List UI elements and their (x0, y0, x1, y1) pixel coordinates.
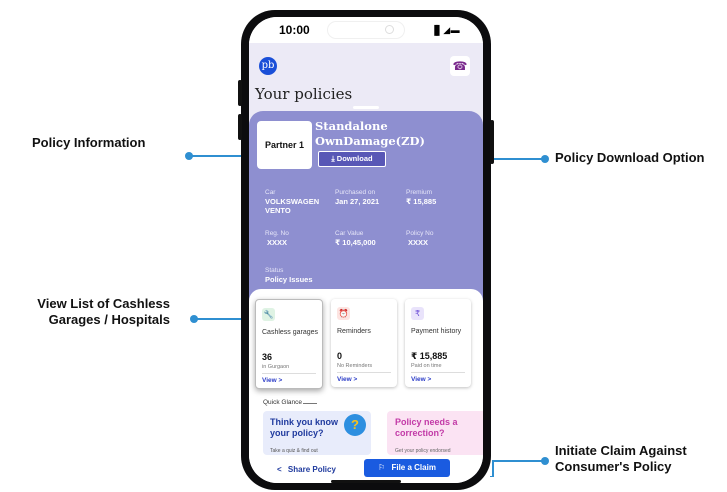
callout-view-list-line2: Garages / Hospitals (48, 312, 170, 327)
field-premium: Premium ₹ 15,885 (406, 189, 476, 206)
field-status: Status Policy Issues (265, 267, 355, 284)
carousel-indicator (353, 106, 379, 109)
field-label: Status (265, 267, 284, 274)
signal-wifi-battery-icon: ▐▌ ◢ ▬ (431, 25, 460, 35)
phone-screen: 10:00 ▐▌ ◢ ▬ pb ☎ Your policies Partner … (249, 17, 483, 483)
promo-subtext: Take a quiz & find out (270, 448, 318, 454)
share-icon: < (277, 465, 282, 474)
tile-subtext: in Gurgaon (262, 364, 290, 370)
field-value: XXXX (267, 238, 288, 247)
field-purchased-on: Purchased on Jan 27, 2021 (335, 189, 405, 206)
tile-divider (337, 372, 391, 373)
quick-actions: 🔧 Cashless garages 36 in Gurgaon View > … (249, 289, 483, 455)
callout-view-list-line1: View List of Cashless (37, 296, 170, 311)
tile-label: Cashless garages (262, 329, 319, 336)
tile-cashless-garages[interactable]: 🔧 Cashless garages 36 in Gurgaon View > (255, 299, 323, 389)
callout-view-list: View List of Cashless Garages / Hospital… (20, 296, 170, 328)
quick-glance-label: Quick Glance (263, 399, 303, 406)
promo-quiz-card[interactable]: Think you know your policy? Take a quiz … (263, 411, 371, 455)
tile-divider (411, 372, 465, 373)
field-value: Policy Issues (265, 275, 313, 284)
download-button[interactable]: ⤓ Download (318, 151, 386, 167)
alarm-clock-icon: ⏰ (337, 307, 350, 320)
field-label: Policy No (406, 230, 434, 237)
callout-line (490, 158, 545, 160)
callout-initiate-claim: Initiate Claim Against Consumer's Policy (555, 443, 687, 475)
field-policy-no: Policy No XXXX (406, 230, 476, 247)
file-claim-button[interactable]: ⚐ File a Claim (364, 459, 450, 477)
callout-line (492, 460, 544, 462)
callout-dot (541, 457, 549, 465)
phone-frame: 10:00 ▐▌ ◢ ▬ pb ☎ Your policies Partner … (238, 10, 494, 490)
home-indicator (331, 480, 401, 483)
bottom-action-bar: < Share Policy ⚐ File a Claim (249, 455, 483, 483)
plan-name: Standalone OwnDamage(ZD) (315, 119, 425, 148)
promo-subtext: Get your policy endorsed (395, 448, 451, 454)
wrench-icon: 🔧 (262, 308, 275, 321)
tile-view-link[interactable]: View > (337, 376, 357, 383)
partner-logo: Partner 1 (257, 121, 312, 169)
status-time: 10:00 (279, 23, 310, 37)
field-label: Car Value (335, 230, 364, 237)
tile-divider (262, 373, 316, 374)
field-reg-no: Reg. No XXXX (265, 230, 335, 247)
page-title: Your policies (255, 85, 353, 103)
tile-view-link[interactable]: View > (262, 377, 282, 384)
share-policy-label: Share Policy (287, 465, 336, 474)
field-value: ₹ 10,45,000 (335, 238, 376, 247)
field-label: Car (265, 189, 276, 196)
callout-policy-download: Policy Download Option (555, 150, 705, 165)
question-bulb-icon: ? (344, 414, 366, 436)
quick-glance-divider (303, 403, 317, 404)
callout-line (492, 460, 494, 477)
callout-dot (185, 152, 193, 160)
promo-title: Think you know your policy? (270, 417, 339, 438)
tile-label: Payment history (411, 328, 462, 335)
call-support-icon[interactable]: ☎ (450, 56, 470, 76)
field-value: Jan 27, 2021 (335, 197, 380, 206)
field-label: Reg. No (265, 230, 289, 237)
pb-logo: pb (259, 57, 277, 75)
callout-initiate-claim-line2: Consumer's Policy (555, 459, 672, 474)
volume-button (238, 114, 242, 140)
field-value: XXXX (408, 238, 429, 247)
field-label: Purchased on (335, 189, 376, 196)
field-value: ₹ 15,885 (406, 197, 437, 206)
callout-policy-information: Policy Information (32, 135, 146, 150)
share-policy-button[interactable]: < Share Policy (277, 465, 336, 474)
tile-payment-history[interactable]: ₹ Payment history ₹ 15,885 Paid on time … (405, 299, 471, 387)
tile-subtext: No Reminders (337, 363, 373, 369)
file-claim-label: File a Claim (391, 463, 436, 472)
field-value: VOLKSWAGEN VENTO (265, 197, 320, 215)
callout-dot (190, 315, 198, 323)
tile-subtext: Paid on time (411, 363, 442, 369)
volume-button (238, 80, 242, 106)
callout-dot (541, 155, 549, 163)
field-label: Premium (406, 189, 433, 196)
tile-view-link[interactable]: View > (411, 376, 431, 383)
status-bar: 10:00 ▐▌ ◢ ▬ (249, 17, 483, 43)
field-car-value: Car Value ₹ 10,45,000 (335, 230, 405, 247)
camera-icon (385, 25, 394, 34)
tile-count: 36 (262, 352, 273, 362)
callout-initiate-claim-line1: Initiate Claim Against (555, 443, 687, 458)
promo-title: Policy needs a correction? (395, 417, 458, 438)
tile-reminders[interactable]: ⏰ Reminders 0 No Reminders View > (331, 299, 397, 387)
tile-count: ₹ 15,885 (411, 351, 448, 361)
policy-card[interactable]: Partner 1 Standalone OwnDamage(ZD) ⤓ Dow… (249, 111, 483, 311)
flag-icon: ⚐ (378, 463, 386, 472)
field-car: Car VOLKSWAGEN VENTO (265, 189, 335, 215)
tile-label: Reminders (337, 328, 371, 335)
tile-count: 0 (337, 351, 343, 361)
app-header: pb ☎ Your policies (249, 43, 483, 113)
promo-correction-card[interactable]: Policy needs a correction? Get your poli… (387, 411, 483, 455)
rupee-icon: ₹ (411, 307, 424, 320)
power-button (490, 120, 494, 164)
